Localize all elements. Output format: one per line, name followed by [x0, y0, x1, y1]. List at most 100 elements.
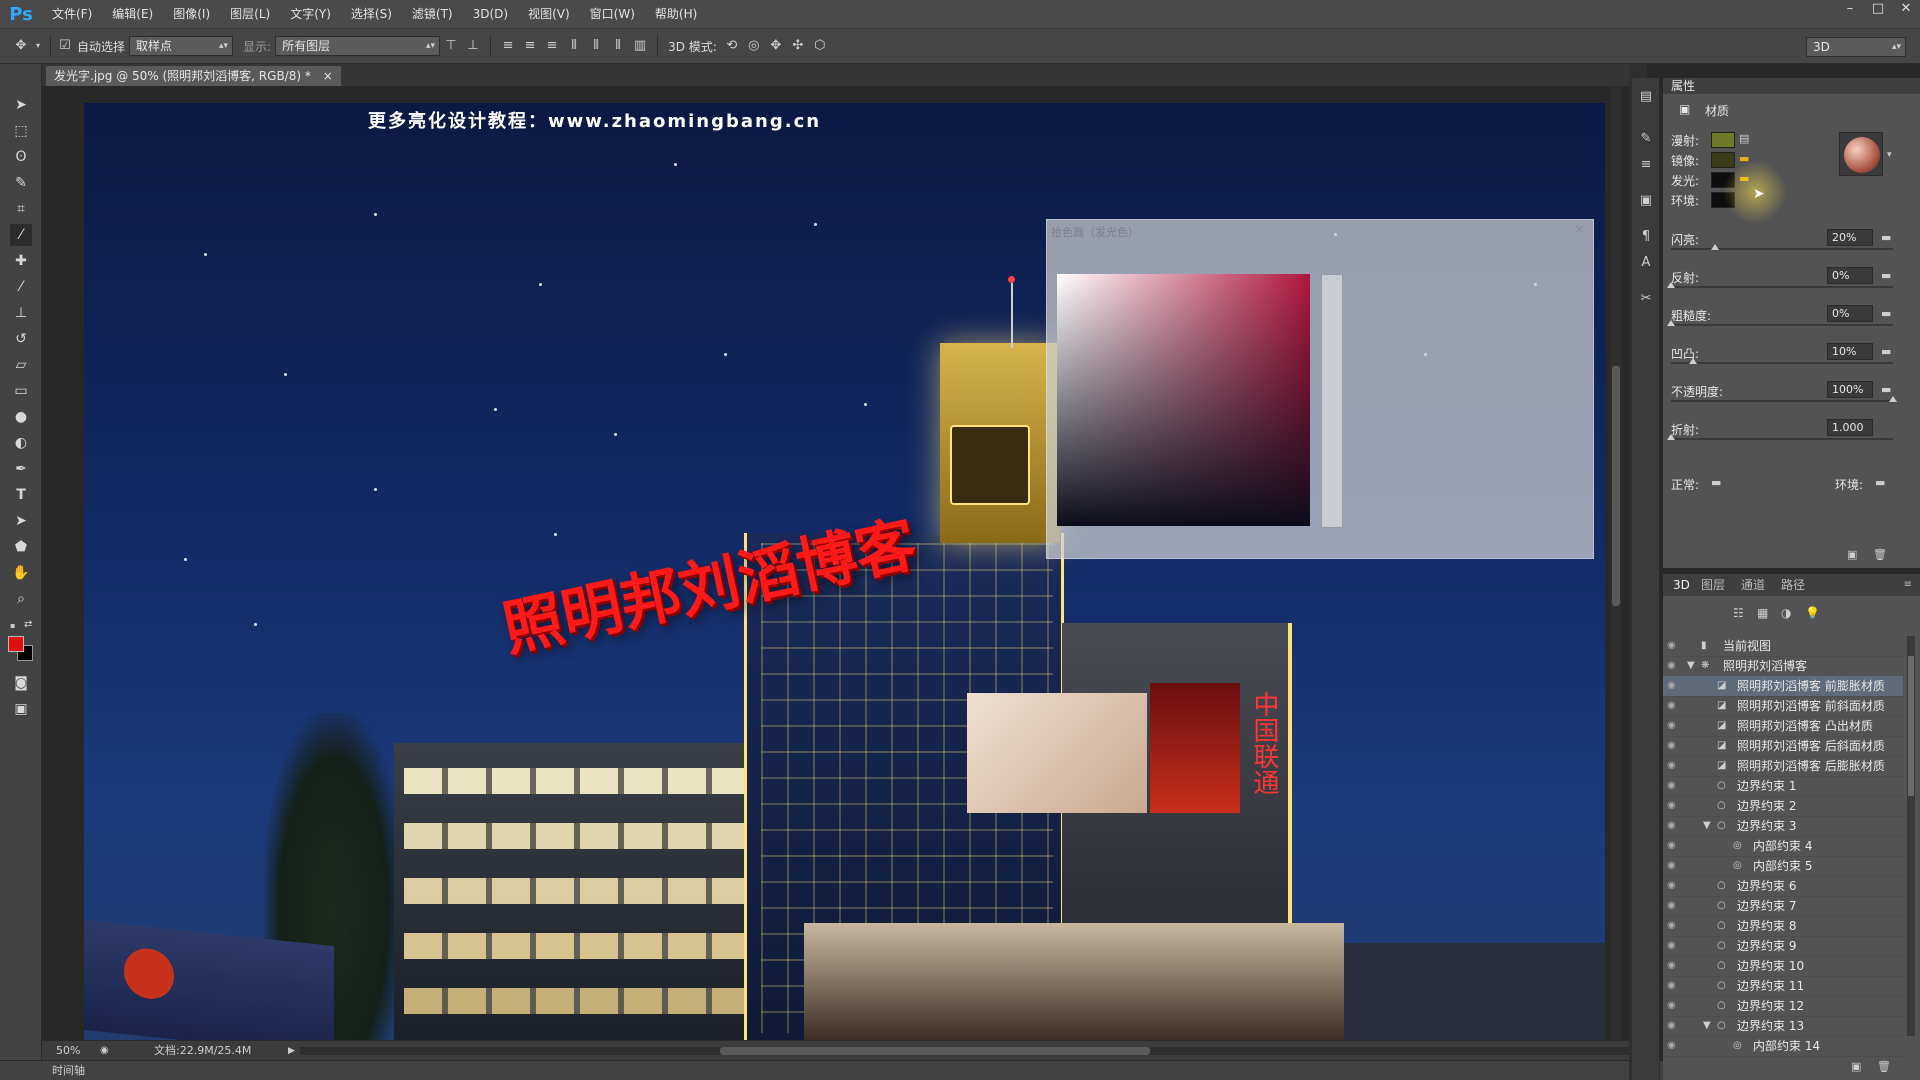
eye-icon[interactable]: ◉ — [1667, 956, 1676, 976]
expand-arrow-icon[interactable]: ▼ — [1703, 816, 1711, 836]
tree-row-constraint[interactable]: ◉ ○ 边界约束 6 — [1663, 876, 1903, 897]
path-select-tool-icon[interactable]: ➤ — [10, 510, 32, 532]
distribute-left-icon[interactable]: ⫴ — [563, 35, 585, 57]
dodge-tool-icon[interactable]: ◐ — [10, 432, 32, 454]
render-icon[interactable]: ▣ — [1847, 548, 1857, 561]
eye-icon[interactable]: ◉ — [1667, 916, 1676, 936]
menu-layer[interactable]: 图层(L) — [220, 0, 280, 28]
folder-icon[interactable]: ▬ — [1881, 269, 1891, 282]
tree-row-inner-constraint[interactable]: ◉ ◎ 内部约束 4 — [1663, 836, 1903, 857]
eraser-tool-icon[interactable]: ▱ — [10, 354, 32, 376]
reflection-slider[interactable] — [1671, 286, 1893, 288]
eye-icon[interactable]: ◉ — [1667, 856, 1676, 876]
filter-light-icon[interactable]: 💡 — [1805, 606, 1820, 620]
shape-tool-icon[interactable]: ⬟ — [10, 536, 32, 558]
tree-row-constraint[interactable]: ◉ ○ 边界约束 11 — [1663, 976, 1903, 997]
tree-scrollbar[interactable] — [1907, 636, 1915, 1036]
screen-mode-icon[interactable]: ▣ — [10, 698, 32, 720]
shine-slider[interactable] — [1671, 248, 1893, 250]
auto-align-icon[interactable]: ▥ — [629, 35, 651, 57]
tree-scroll-thumb[interactable] — [1908, 656, 1914, 796]
menu-filter[interactable]: 滤镜(T) — [402, 0, 463, 28]
auto-select-checkbox[interactable]: ☑ — [57, 35, 73, 57]
eye-icon[interactable]: ◉ — [1667, 736, 1676, 756]
pan-3d-icon[interactable]: ✥ — [765, 35, 787, 57]
gradient-tool-icon[interactable]: ▭ — [10, 380, 32, 402]
quick-mask-icon[interactable]: ◙ — [10, 672, 32, 694]
eye-icon[interactable]: ◉ — [1667, 816, 1676, 836]
eye-icon[interactable]: ◉ — [1667, 676, 1676, 696]
tree-row-material[interactable]: ◉ ◪ 照明邦刘滔博客 后斜面材质 — [1663, 736, 1903, 757]
diffuse-swatch[interactable] — [1711, 132, 1735, 148]
foreground-color-swatch[interactable] — [8, 636, 24, 652]
history-panel-icon[interactable]: ▤ — [1635, 86, 1657, 108]
tree-row-material[interactable]: ◉ ◪ 照明邦刘滔博客 凸出材质 — [1663, 716, 1903, 737]
tree-row-constraint[interactable]: ◉ ▼ ○ 边界约束 13 — [1663, 1016, 1903, 1037]
tree-row-material[interactable]: ◉ ◪ 照明邦刘滔博客 前膨胀材质 — [1663, 676, 1903, 697]
default-colors-icon[interactable]: ▪ — [10, 621, 18, 630]
bump-slider-thumb[interactable] — [1689, 358, 1697, 364]
tree-row-constraint[interactable]: ◉ ○ 边界约束 10 — [1663, 956, 1903, 977]
color-field[interactable] — [1057, 274, 1310, 526]
bump-input[interactable]: 10% — [1827, 343, 1873, 360]
trash-icon[interactable]: 🗑 — [1873, 548, 1887, 561]
tab-3d[interactable]: 3D — [1673, 574, 1690, 596]
eye-icon[interactable]: ◉ — [1667, 876, 1676, 896]
workspace-dropdown[interactable]: 3D ▴▾ — [1806, 37, 1906, 57]
folder-icon[interactable]: ▬ — [1881, 231, 1891, 244]
roughness-input[interactable]: 0% — [1827, 305, 1873, 322]
reflection-input[interactable]: 0% — [1827, 267, 1873, 284]
menu-type[interactable]: 文字(Y) — [280, 0, 341, 28]
expand-arrow-icon[interactable]: ▼ — [1703, 1016, 1711, 1036]
menu-edit[interactable]: 编辑(E) — [102, 0, 163, 28]
distribute-middle-icon[interactable]: ≡ — [519, 35, 541, 57]
horizontal-scroll-thumb[interactable] — [720, 1047, 1150, 1055]
shine-slider-thumb[interactable] — [1711, 244, 1719, 250]
roughness-slider-thumb[interactable] — [1667, 320, 1675, 326]
horizontal-scrollbar[interactable] — [300, 1047, 1630, 1055]
maximize-icon[interactable]: □ — [1864, 0, 1892, 18]
new-item-icon[interactable]: ▣ — [1851, 1060, 1861, 1073]
folder-icon[interactable]: ▬ — [1881, 383, 1891, 396]
clone-stamp-tool-icon[interactable]: ⊥ — [10, 302, 32, 324]
swap-colors-icon[interactable]: ⇄ — [24, 619, 32, 630]
shine-input[interactable]: 20% — [1827, 229, 1873, 246]
vertical-scrollbar[interactable] — [1610, 86, 1622, 1040]
tree-row-constraint[interactable]: ◉ ○ 边界约束 8 — [1663, 916, 1903, 937]
healing-brush-tool-icon[interactable]: ✚ — [10, 250, 32, 272]
folder-icon[interactable]: ▬ — [1881, 307, 1891, 320]
align-bottom-icon[interactable]: ⊥ — [462, 35, 484, 57]
quick-select-tool-icon[interactable]: ✎ — [10, 172, 32, 194]
environment-folder-icon[interactable]: ▬ — [1875, 476, 1885, 489]
move-tool-icon[interactable]: ➤ — [10, 94, 32, 116]
texture-menu-icon[interactable]: ▤ — [1739, 132, 1749, 145]
scale-3d-icon[interactable]: ⬡ — [809, 35, 831, 57]
normal-folder-icon[interactable]: ▬ — [1711, 476, 1721, 489]
pen-tool-icon[interactable]: ✒ — [10, 458, 32, 480]
move-tool-preset-icon[interactable]: ✥ — [10, 35, 32, 57]
close-tab-icon[interactable]: × — [323, 69, 333, 83]
properties-tab[interactable]: 属性 — [1663, 78, 1920, 94]
expand-arrow-icon[interactable]: ▼ — [1687, 656, 1695, 676]
opacity-slider-thumb[interactable] — [1889, 396, 1897, 402]
eye-icon[interactable]: ◉ — [1667, 1016, 1676, 1036]
reflection-slider-thumb[interactable] — [1667, 282, 1675, 288]
tree-row-current-view[interactable]: ◉ ▮ 当前视图 — [1663, 636, 1903, 657]
menu-select[interactable]: 选择(S) — [341, 0, 402, 28]
tree-row-constraint[interactable]: ◉ ○ 边界约束 9 — [1663, 936, 1903, 957]
delete-icon[interactable]: 🗑 — [1877, 1060, 1891, 1073]
filter-scene-icon[interactable]: ☷ — [1733, 606, 1744, 620]
tree-row-constraint[interactable]: ◉ ○ 边界约束 2 — [1663, 796, 1903, 817]
character-panel-icon[interactable]: A — [1635, 252, 1657, 274]
eye-icon[interactable]: ◉ — [1667, 836, 1676, 856]
refraction-slider[interactable] — [1671, 438, 1893, 440]
timeline-tab[interactable]: 时间轴 — [52, 1061, 85, 1080]
eyedropper-tool-icon[interactable]: ⁄ — [10, 224, 32, 246]
tab-layers[interactable]: 图层 — [1701, 574, 1725, 596]
eye-icon[interactable]: ◉ — [1667, 696, 1676, 716]
tree-row-constraint[interactable]: ◉ ○ 边界约束 1 — [1663, 776, 1903, 797]
chevron-down-icon[interactable]: ▾ — [32, 35, 44, 57]
eye-icon[interactable]: ◉ — [1667, 776, 1676, 796]
auto-select-dropdown[interactable]: 取样点 ▴▾ — [129, 36, 234, 56]
menu-window[interactable]: 窗口(W) — [580, 0, 645, 28]
